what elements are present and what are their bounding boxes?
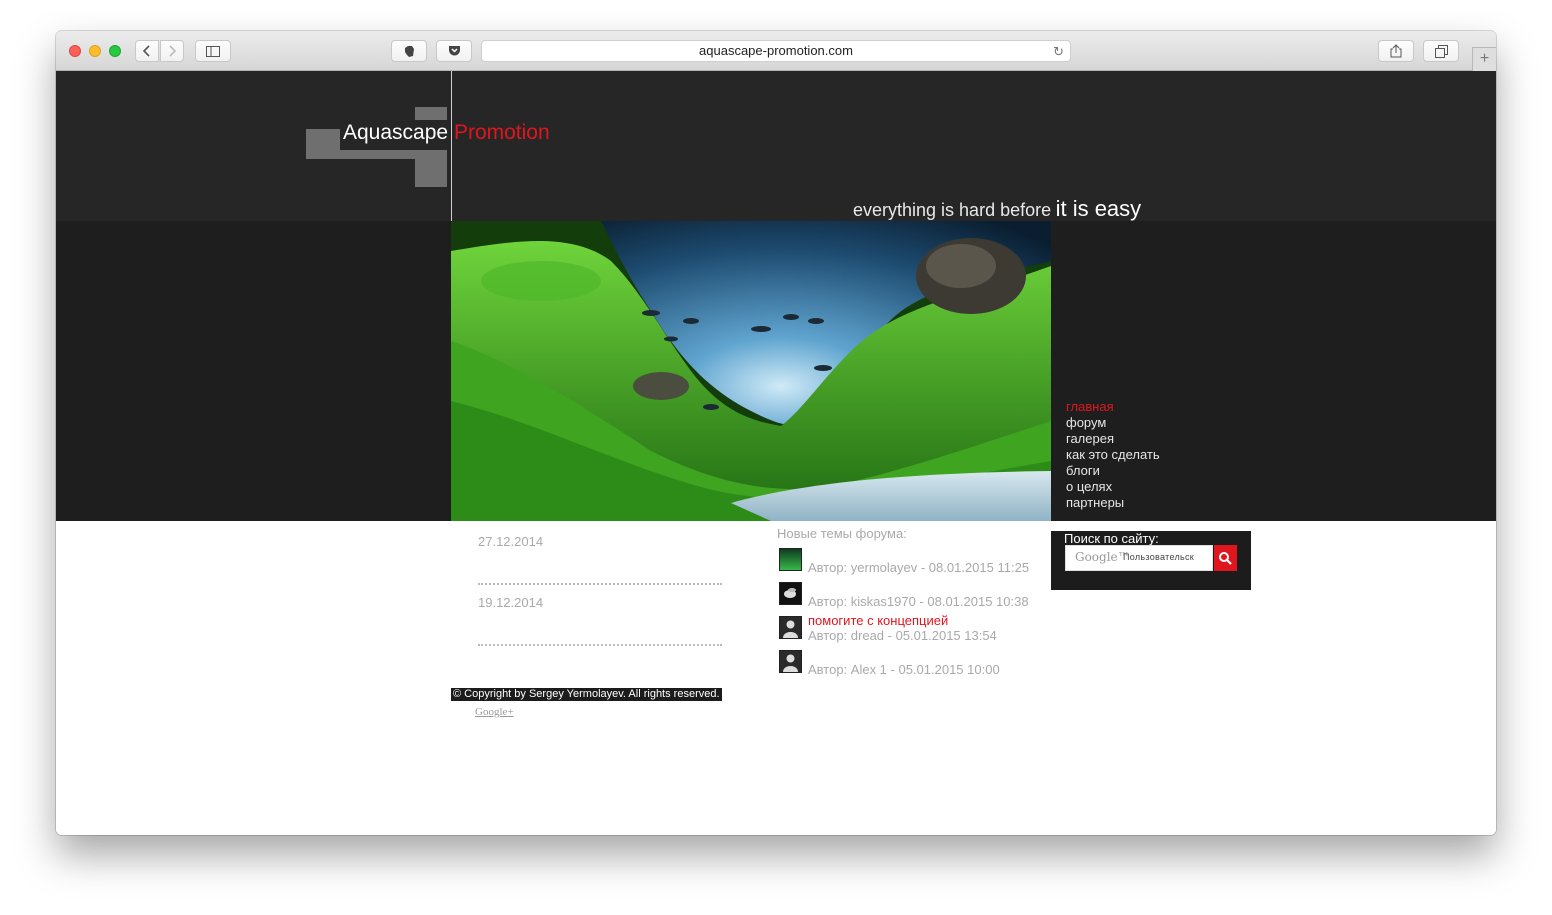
reload-icon[interactable]: ↻ [1053,42,1064,62]
pocket-icon [448,46,460,56]
logo-shape [415,150,447,187]
search-label: Поиск по сайту: [1064,531,1159,546]
new-tab-button[interactable]: + [1472,47,1496,71]
nav-item-about[interactable]: о целях [1066,479,1160,495]
copyright-notice: © Copyright by Sergey Yermolayev. All ri… [451,688,722,701]
tabs-icon [1434,44,1448,58]
search-icon [1219,552,1232,565]
pocket-button[interactable] [436,40,472,62]
slogan-small: everything is hard before [853,200,1052,220]
chevron-right-icon [169,45,177,57]
browser-toolbar: aquascape-promotion.com ↻ + [56,31,1496,71]
topic-title[interactable]: помогите с концепцией [808,613,948,628]
forum-heading: Новые темы форума: [777,526,907,541]
share-button[interactable] [1378,40,1414,62]
topic-meta: Автор: Alex 1 - 05.01.2015 10:00 [808,662,1000,677]
back-button[interactable] [135,40,159,62]
hero-aquarium-image [451,221,1051,521]
search-button[interactable] [1214,545,1237,571]
close-window-button[interactable] [69,45,81,57]
news-separator [478,644,722,646]
nav-item-home[interactable]: главная [1066,399,1160,415]
share-icon [1390,44,1402,58]
news-separator [478,583,722,585]
shrimp-avatar [779,582,802,605]
tabs-overview-button[interactable] [1423,40,1459,62]
nav-item-forum[interactable]: форум [1066,415,1160,431]
forward-button[interactable] [160,40,184,62]
topic-meta: Автор: yermolayev - 08.01.2015 11:25 [808,560,1030,575]
search-input[interactable]: Google™ Пользовательск [1065,545,1213,571]
sidebar-icon [206,45,220,57]
aquarium-avatar [779,548,802,571]
forum-topics: Новые темы форума: Автор: yermolayev - 0… [777,526,1077,677]
site-logo[interactable]: Aquascape Promotion [343,121,550,145]
minimize-window-button[interactable] [89,45,101,57]
logo-text-white: Aquascape [343,121,449,144]
header-divider [451,71,452,221]
site-slogan: everything is hard before it is easy [853,196,1141,222]
evernote-button[interactable] [391,40,427,62]
google-plus-link[interactable]: Google+ [475,706,514,718]
site-header: Aquascape Promotion everything is hard b… [56,71,1496,221]
nav-item-blogs[interactable]: блоги [1066,463,1160,479]
logo-text-red: Promotion [453,121,550,144]
news-column: 27.12.2014 19.12.2014 [478,534,728,656]
nav-item-partners[interactable]: партнеры [1066,495,1160,511]
google-watermark: Google™ [1075,550,1130,564]
nav-item-gallery[interactable]: галерея [1066,431,1160,447]
logo-shape [415,107,447,120]
url-text: aquascape-promotion.com [699,43,853,58]
default-user-avatar [779,650,802,673]
news-date: 27.12.2014 [478,534,544,549]
sidebar-button[interactable] [195,40,231,62]
web-page: Aquascape Promotion everything is hard b… [56,71,1496,835]
browser-window: aquascape-promotion.com ↻ + Aquascape Pr… [56,31,1496,835]
main-navigation: главная форум галерея как это сделать бл… [1066,399,1160,511]
topic-meta: Автор: kiskas1970 - 08.01.2015 10:38 [808,594,1029,609]
chevron-left-icon [142,45,150,57]
evernote-icon [405,45,414,57]
news-date: 19.12.2014 [478,595,544,610]
site-search: Поиск по сайту: Google™ Пользовательск [1051,531,1251,590]
zoom-window-button[interactable] [109,45,121,57]
search-placeholder: Пользовательск [1123,552,1195,562]
address-bar[interactable]: aquascape-promotion.com ↻ [481,40,1071,62]
topic-meta: Автор: dread - 05.01.2015 13:54 [808,628,997,643]
default-user-avatar [779,616,802,639]
nav-item-how-to[interactable]: как это сделать [1066,447,1160,463]
slogan-big: it is easy [1055,196,1142,221]
